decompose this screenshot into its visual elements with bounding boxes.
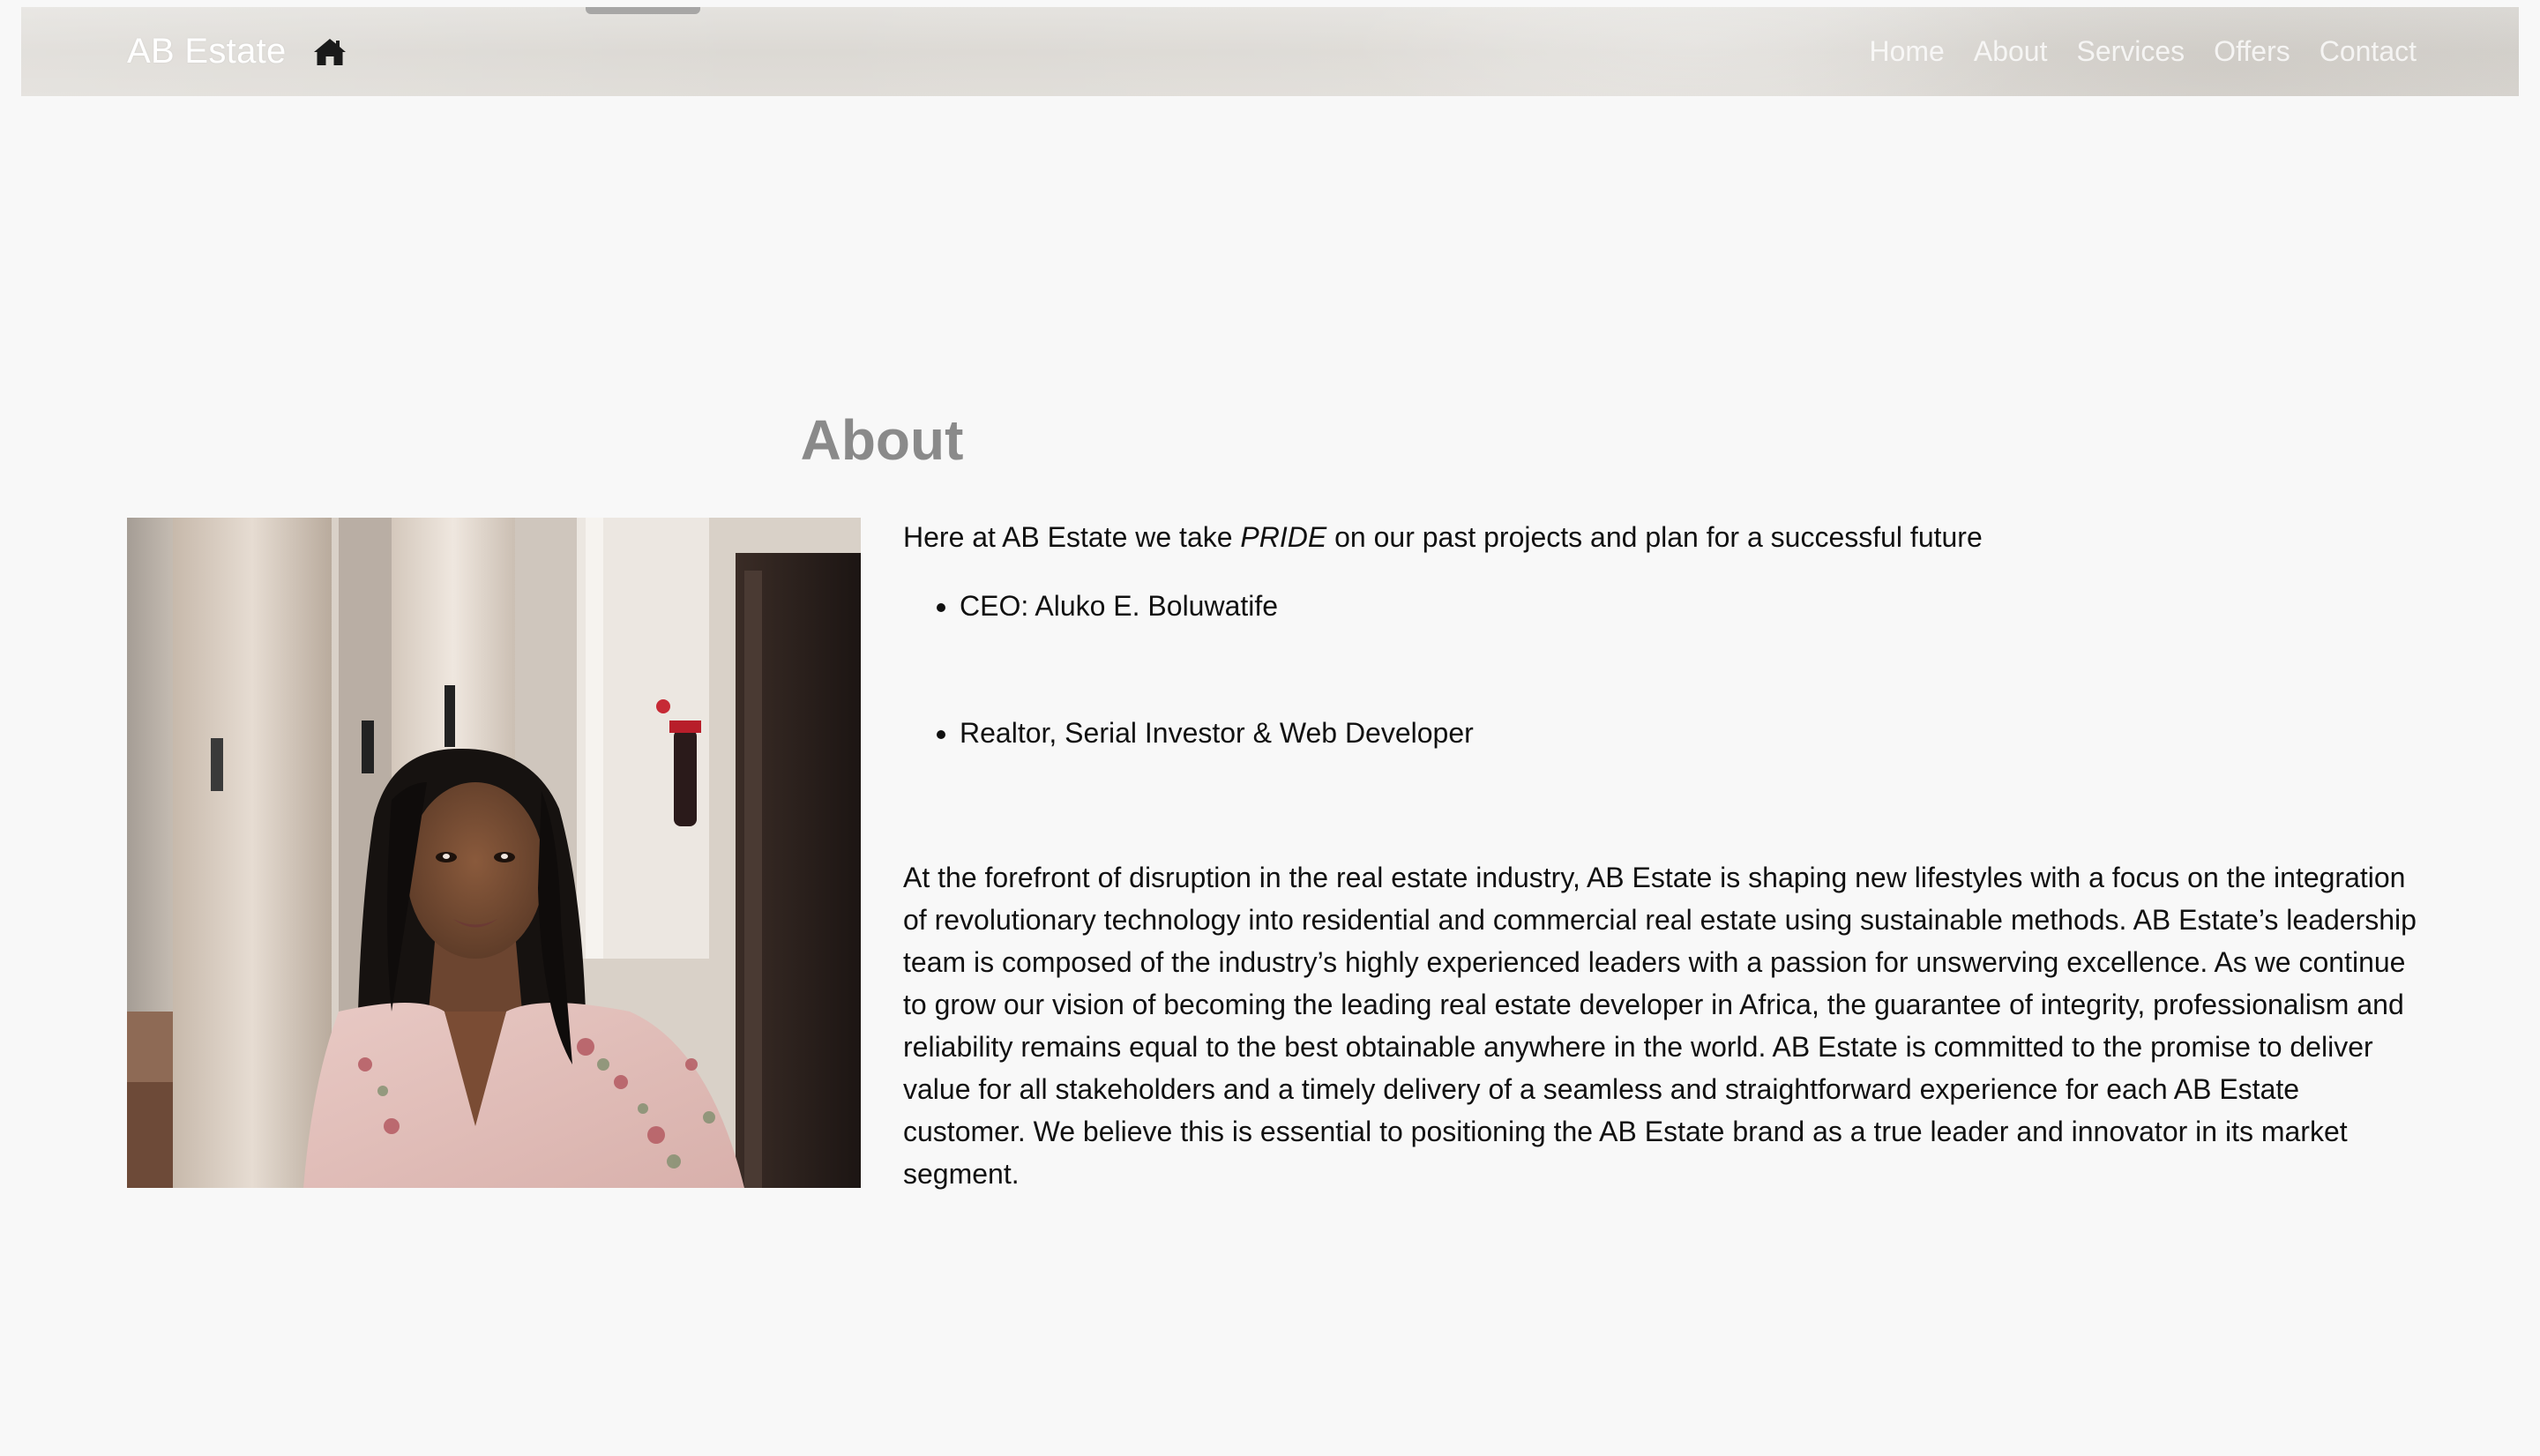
about-heading: About bbox=[0, 407, 2540, 473]
about-heading-text: About bbox=[800, 408, 964, 472]
intro-text-start: Here at AB Estate we take bbox=[903, 521, 1241, 553]
about-content: Here at AB Estate we take PRIDE on our p… bbox=[903, 516, 2420, 1195]
home-icon[interactable] bbox=[313, 37, 347, 67]
nav-link-services[interactable]: Services bbox=[2076, 35, 2185, 68]
nav-link-about[interactable]: About bbox=[1974, 35, 2048, 68]
about-body-text: At the forefront of disruption in the re… bbox=[903, 862, 2417, 1190]
intro-emphasis: PRIDE bbox=[1240, 521, 1327, 553]
brand[interactable]: AB Estate bbox=[127, 7, 347, 96]
nav-link-offers[interactable]: Offers bbox=[2214, 35, 2290, 68]
nav-link-home[interactable]: Home bbox=[1869, 35, 1944, 68]
brand-name[interactable]: AB Estate bbox=[127, 32, 287, 71]
ceo-photo bbox=[127, 518, 861, 1188]
nav-links: Home About Services Offers Contact bbox=[1869, 7, 2417, 96]
navbar: AB Estate Home About Services Offers Con… bbox=[21, 7, 2519, 96]
intro-text-end: on our past projects and plan for a succ… bbox=[1326, 521, 1983, 553]
about-intro: Here at AB Estate we take PRIDE on our p… bbox=[903, 516, 2420, 558]
nav-link-contact[interactable]: Contact bbox=[2320, 35, 2417, 68]
bullet-ceo: CEO: Aluko E. Boluwatife bbox=[960, 585, 2420, 627]
about-bullet-list: CEO: Aluko E. Boluwatife Realtor, Serial… bbox=[903, 585, 2420, 754]
bullet-roles: Realtor, Serial Investor & Web Developer bbox=[960, 712, 2420, 754]
ceo-photo-illustration bbox=[127, 518, 861, 1188]
